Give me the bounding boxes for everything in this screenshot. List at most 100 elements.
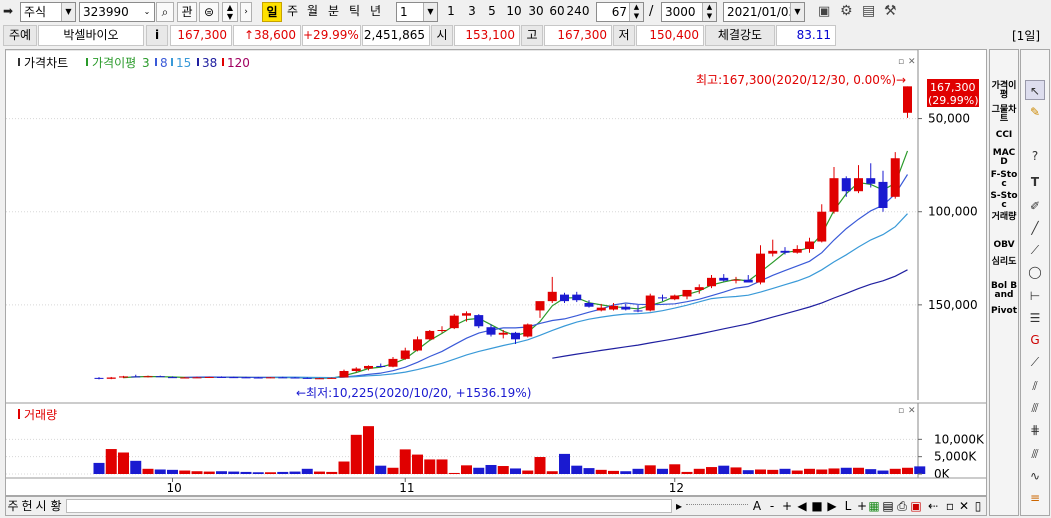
volume-bar xyxy=(644,465,656,474)
zoom-in-button[interactable]: + xyxy=(781,498,793,514)
up-down-button[interactable]: ▲ ▼ xyxy=(222,2,238,22)
volume-bar xyxy=(902,467,913,474)
interval-240-button[interactable]: 240 xyxy=(566,2,590,22)
spin-icon[interactable]: ▲ ▼ xyxy=(629,3,643,21)
window-restore-icon[interactable]: ▫ xyxy=(944,498,956,514)
grid-tool-icon[interactable]: ⋕ xyxy=(1025,420,1045,440)
period-year-button[interactable]: 년 xyxy=(366,2,385,22)
info-button[interactable]: i xyxy=(146,25,168,46)
excel-icon[interactable]: ▦ xyxy=(868,498,880,514)
interval-select[interactable]: 1 ▼ xyxy=(396,2,438,22)
candle xyxy=(560,294,569,302)
circle-tool-icon[interactable]: ◯ xyxy=(1025,262,1045,282)
prev-button[interactable]: ◀ xyxy=(796,498,808,514)
interval-5-button[interactable]: 5 xyxy=(483,2,501,22)
cross-line-icon[interactable]: ⊢ xyxy=(1025,286,1045,306)
indicator-obv[interactable]: OBV xyxy=(990,241,1018,250)
spin-icon[interactable]: ▲ ▼ xyxy=(702,3,716,21)
gwan-button[interactable]: 관 xyxy=(177,2,197,22)
interval-1-button[interactable]: 1 xyxy=(442,2,460,22)
link-button[interactable]: ⊜ xyxy=(199,2,219,22)
scroll-right-icon[interactable]: ▸ xyxy=(674,498,684,514)
price-chart-svg[interactable]: 150,000100,00050,000 10,000K5,000K0K 10 1… xyxy=(6,50,986,495)
fan-line-icon[interactable]: ⟋ xyxy=(1025,352,1045,372)
indicator-net[interactable]: 그물차트 xyxy=(990,106,1018,126)
cursor-icon[interactable]: ↖ xyxy=(1025,80,1045,100)
zoom-out-button[interactable]: - xyxy=(766,498,778,514)
volume-bar xyxy=(289,471,301,474)
plus-button[interactable]: + xyxy=(856,498,868,514)
gear-icon[interactable]: ⚙ xyxy=(840,3,853,19)
arrow-right-icon[interactable]: ➡ xyxy=(3,4,13,18)
search-button[interactable]: ⌕ xyxy=(156,2,174,22)
volume-close-icon[interactable]: ✕ xyxy=(908,406,916,416)
interval-60-button[interactable]: 60 xyxy=(547,2,567,22)
indicator-bolband[interactable]: Bol Band xyxy=(990,282,1018,300)
bottom-tab-si[interactable]: 시 xyxy=(35,498,47,514)
andrews-icon[interactable]: ⫻ xyxy=(1025,398,1045,418)
interval-10-button[interactable]: 10 xyxy=(503,2,525,22)
window-icon[interactable]: ▣ xyxy=(818,4,830,19)
updown-icon: ▲ ▼ xyxy=(226,3,234,21)
indicator-macd[interactable]: MACD xyxy=(990,149,1018,167)
period-month-button[interactable]: 월 xyxy=(303,2,322,22)
indicator-cci[interactable]: CCI xyxy=(990,131,1018,140)
next-button[interactable]: › xyxy=(240,2,252,22)
interval-30-button[interactable]: 30 xyxy=(526,2,546,22)
close-icon[interactable]: ✕ xyxy=(958,498,970,514)
panel-toggle-icon[interactable]: ▯ xyxy=(972,498,984,514)
indicator-sstoc[interactable]: S-Stoc xyxy=(990,192,1018,210)
capture-icon[interactable]: ▣ xyxy=(910,498,922,514)
chevron-down-icon[interactable]: ▼ xyxy=(61,3,75,21)
arrow-left-icon[interactable]: ⇠ xyxy=(926,498,940,514)
play-button[interactable]: ▶ xyxy=(826,498,838,514)
print-icon[interactable]: ⎙ xyxy=(896,498,908,514)
interval-3-button[interactable]: 3 xyxy=(463,2,481,22)
chart-area[interactable]: 150,000 100,000 50,000 10,000K 5,000K 0K 10 1… xyxy=(5,49,987,496)
stock-code-input[interactable]: 323990 ⌄ xyxy=(79,2,155,22)
stop-button[interactable]: ■ xyxy=(811,498,823,514)
market-select[interactable]: 주식 ▼ xyxy=(20,2,76,22)
tools-icon[interactable]: ⚒ xyxy=(884,3,897,19)
volume-bar xyxy=(301,468,313,474)
channel-icon[interactable]: ⫽ xyxy=(1025,376,1045,396)
list-icon[interactable]: ≡ xyxy=(1025,488,1045,508)
fibonacci-icon[interactable]: ☰ xyxy=(1025,308,1045,328)
indicator-fstoc[interactable]: F-Stoc xyxy=(990,171,1018,189)
chevron-down-icon[interactable]: ▼ xyxy=(423,3,437,21)
period-week-button[interactable]: 주 xyxy=(283,2,302,22)
bottom-tab-ju[interactable]: 주 xyxy=(7,498,19,514)
save-icon[interactable]: ▤ xyxy=(882,498,894,514)
pattern-icon[interactable]: ⫻ xyxy=(1025,444,1045,464)
line-tool-icon[interactable]: ╱ xyxy=(1025,218,1045,238)
indicator-volume[interactable]: 거래량 xyxy=(990,213,1018,240)
period-minute-button[interactable]: 분 xyxy=(324,2,343,22)
count-input[interactable]: 67 ▲ ▼ xyxy=(596,2,644,22)
period-tick-button[interactable]: 틱 xyxy=(345,2,364,22)
save-icon[interactable]: ▤ xyxy=(862,3,875,19)
volume-maximize-icon[interactable]: ▫ xyxy=(898,406,904,416)
period-day-button[interactable]: 일 xyxy=(262,2,282,22)
wave-icon[interactable]: ∿ xyxy=(1025,466,1045,486)
chevron-down-icon[interactable]: ⌄ xyxy=(140,3,154,21)
bottom-tab-heon[interactable]: 헌 xyxy=(21,498,33,514)
gann-icon[interactable]: G xyxy=(1025,330,1045,350)
trend-line-icon[interactable]: ⟋ xyxy=(1025,240,1045,260)
bottom-tab-hwang[interactable]: 황 xyxy=(49,498,63,514)
horizontal-scrollbar[interactable] xyxy=(66,499,672,513)
indicator-pivot[interactable]: Pivot xyxy=(990,307,1018,316)
period-tab[interactable]: [1일] xyxy=(1012,27,1040,44)
panel-close-icon[interactable]: ✕ xyxy=(908,57,916,67)
chevron-down-icon[interactable]: ▼ xyxy=(790,3,804,21)
zoom-slider[interactable] xyxy=(686,504,748,507)
panel-maximize-icon[interactable]: ▫ xyxy=(898,57,904,67)
font-a-button[interactable]: A xyxy=(751,498,763,514)
date-select[interactable]: 2021/01/03 ▼ xyxy=(723,2,805,22)
count-total-input[interactable]: 3000 ▲ ▼ xyxy=(661,2,717,22)
text-tool-icon[interactable]: T xyxy=(1025,172,1045,192)
help-icon[interactable]: ? xyxy=(1025,146,1045,166)
indicator-ma[interactable]: 가격이평 xyxy=(990,82,1018,102)
latest-button[interactable]: L xyxy=(842,498,854,514)
eraser-icon[interactable]: ✎ xyxy=(1025,102,1045,122)
pen-icon[interactable]: ✐ xyxy=(1025,196,1045,216)
